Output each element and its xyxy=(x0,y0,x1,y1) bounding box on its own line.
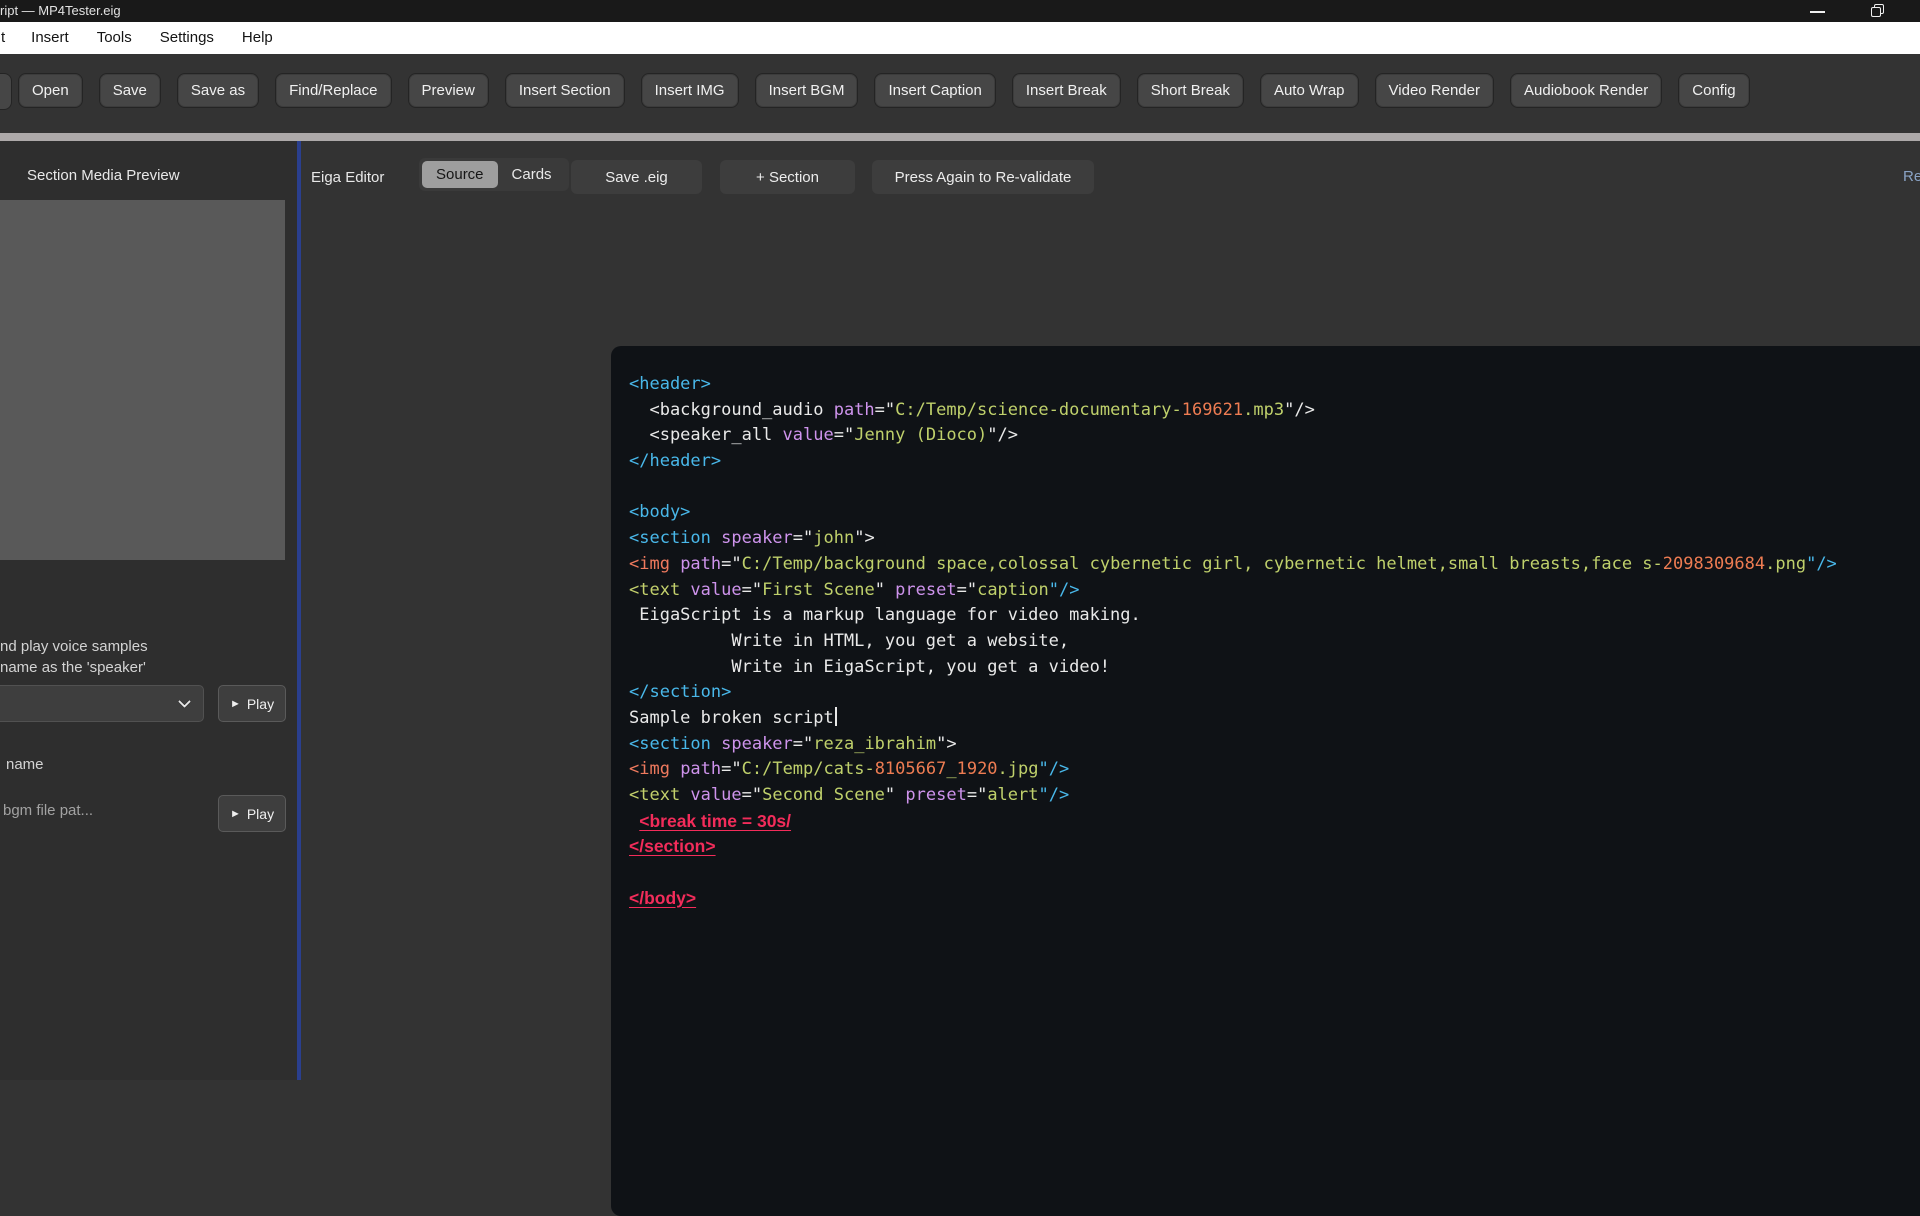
code-line: </section> xyxy=(629,834,1837,860)
code-editor[interactable]: <header> <background_audio path="C:/Temp… xyxy=(611,346,1920,1216)
text-cursor xyxy=(835,707,837,726)
play-icon: ► xyxy=(230,808,241,820)
play-bgm-button[interactable]: ► Play xyxy=(218,795,286,832)
separator-bar xyxy=(0,133,1920,141)
menu-item-help[interactable]: Help xyxy=(228,22,287,54)
toolbar-button-open[interactable]: Open xyxy=(18,73,83,108)
chevron-down-icon xyxy=(178,695,191,708)
code-line: <text value="First Scene" preset="captio… xyxy=(629,578,1837,604)
code-line: <background_audio path="C:/Temp/science-… xyxy=(629,398,1837,424)
media-preview-area xyxy=(0,200,285,560)
tab-source[interactable]: Source xyxy=(422,161,498,188)
code-line: </body> xyxy=(629,886,1837,912)
code-line: <body> xyxy=(629,500,1837,526)
toolbar-button-short-break[interactable]: Short Break xyxy=(1137,73,1244,108)
save-eig-button[interactable]: Save .eig xyxy=(571,160,702,194)
code-content: <header> <background_audio path="C:/Temp… xyxy=(629,372,1837,911)
voice-select[interactable] xyxy=(0,685,204,722)
title-bar: ript — MP4Tester.eig xyxy=(0,0,1920,22)
toolbar-button-partial[interactable] xyxy=(0,73,12,110)
code-line: <section speaker="reza_ibrahim"> xyxy=(629,732,1837,758)
menu-item-settings[interactable]: Settings xyxy=(146,22,228,54)
code-line: Sample broken script xyxy=(629,706,1837,732)
bgm-file-path-placeholder: bgm file pat... xyxy=(3,802,93,819)
name-label: name xyxy=(6,756,44,773)
toolbar-button-insert-break[interactable]: Insert Break xyxy=(1012,73,1121,108)
toolbar-button-preview[interactable]: Preview xyxy=(408,73,489,108)
toolbar-button-save[interactable]: Save xyxy=(99,73,161,108)
code-line: <img path="C:/Temp/cats-8105667_1920.jpg… xyxy=(629,757,1837,783)
minimize-icon xyxy=(1810,11,1825,13)
view-mode-segment: SourceCards xyxy=(419,158,569,191)
play-voice-button[interactable]: ► Play xyxy=(218,685,286,722)
toolbar-button-insert-section[interactable]: Insert Section xyxy=(505,73,625,108)
code-line xyxy=(629,860,1837,886)
code-line xyxy=(629,475,1837,501)
toolbar-button-video-render[interactable]: Video Render xyxy=(1375,73,1494,108)
code-line: EigaScript is a markup language for vide… xyxy=(629,603,1837,629)
section-media-preview-title: Section Media Preview xyxy=(27,167,180,184)
revalidate-button[interactable]: Press Again to Re-validate xyxy=(872,160,1094,194)
sidebar: Section Media Preview nd play voice samp… xyxy=(0,141,297,1080)
code-line: <header> xyxy=(629,372,1837,398)
code-line: </section> xyxy=(629,680,1837,706)
toolbar: Open Save Save as Find/Replace Preview Insert… xyxy=(0,54,1920,133)
add-section-button[interactable]: + Section xyxy=(720,160,855,194)
toolbar-button-insert-img[interactable]: Insert IMG xyxy=(641,73,739,108)
code-line: <img path="C:/Temp/background space,colo… xyxy=(629,552,1837,578)
editor-panel: Eiga Editor SourceCards Save .eig + Sect… xyxy=(301,141,1920,1080)
voice-sample-hint-line2: name as the 'speaker' xyxy=(0,659,146,676)
play-voice-label: Play xyxy=(247,696,274,712)
menu-item-insert[interactable]: Insert xyxy=(17,22,83,54)
restore-button[interactable] xyxy=(1855,0,1901,22)
window-title: ript — MP4Tester.eig xyxy=(0,3,121,18)
toolbar-button-find-replace[interactable]: Find/Replace xyxy=(275,73,391,108)
code-line: <section speaker="john"> xyxy=(629,526,1837,552)
toolbar-button-config[interactable]: Config xyxy=(1678,73,1749,108)
minimize-button[interactable] xyxy=(1795,0,1841,22)
code-line: </header> xyxy=(629,449,1837,475)
code-line: <break time = 30s/ xyxy=(629,809,1837,835)
tab-cards[interactable]: Cards xyxy=(498,161,566,188)
menu-bar: tInsertToolsSettingsHelp xyxy=(0,22,1920,54)
toolbar-button-auto-wrap[interactable]: Auto Wrap xyxy=(1260,73,1359,108)
toolbar-button-audiobook-render[interactable]: Audiobook Render xyxy=(1510,73,1662,108)
toolbar-button-save-as[interactable]: Save as xyxy=(177,73,259,108)
menu-item-t[interactable]: t xyxy=(0,22,17,54)
toolbar-button-insert-caption[interactable]: Insert Caption xyxy=(874,73,995,108)
play-icon: ► xyxy=(230,698,241,710)
voice-sample-hint-line1: nd play voice samples xyxy=(0,638,148,655)
play-bgm-label: Play xyxy=(247,806,274,822)
toolbar-button-insert-bgm[interactable]: Insert BGM xyxy=(755,73,859,108)
code-line: <text value="Second Scene" preset="alert… xyxy=(629,783,1837,809)
right-partial-button[interactable]: Re xyxy=(1903,168,1920,185)
code-line: Write in EigaScript, you get a video! xyxy=(629,655,1837,681)
code-line: <speaker_all value="Jenny (Dioco)"/> xyxy=(629,423,1837,449)
code-line: Write in HTML, you get a website, xyxy=(629,629,1837,655)
menu-item-tools[interactable]: Tools xyxy=(83,22,146,54)
editor-title: Eiga Editor xyxy=(311,169,384,186)
